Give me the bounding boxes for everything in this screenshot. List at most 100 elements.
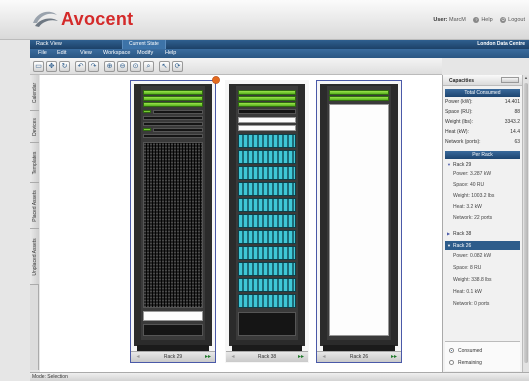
pan-icon[interactable]: ✥ [46,61,57,72]
rack-device[interactable] [238,102,296,107]
rack-device[interactable] [238,246,296,260]
rack-canvas[interactable]: ◂ Rack 29 ▸▸ ◂ Rack 38 ▸▸ ◂ Rack 26 ▸▸ [40,75,442,372]
redo-icon[interactable]: ↷ [88,61,99,72]
tab-devices[interactable]: Devices [30,111,39,143]
vertical-scrollbar[interactable]: ▲ [522,75,529,372]
window-titlebar: Rack View Current State London Data Cent… [30,40,529,49]
refresh-icon[interactable]: ↻ [59,61,70,72]
rack-detail: Network: 0 ports [453,301,490,307]
rack-device[interactable] [329,90,389,95]
rotate-icon[interactable]: ⟳ [172,61,183,72]
rack-frame [229,84,305,346]
legend-consumed-option[interactable]: Consumed [449,347,519,355]
rack-device[interactable] [238,198,296,212]
rack-device[interactable] [238,125,296,131]
per-rack-item-rack-26[interactable]: ▼ Rack 26 [445,241,520,250]
rack-detail: Space: 40 RU [453,182,485,188]
rack-device[interactable] [238,166,296,180]
tab-templates[interactable]: Templates [30,143,39,183]
scroll-up-icon[interactable]: ▲ [523,75,529,81]
logout-icon: ⏻ [500,17,507,23]
rack-device[interactable] [238,134,296,148]
rack-label-bar: ◂ Rack 38 ▸▸ [226,351,308,362]
rack-device[interactable] [143,122,203,126]
rack-device[interactable] [238,182,296,196]
rack-device[interactable] [238,109,296,114]
help-label: Help [481,17,493,23]
toolbar: ▭ ✥ ↻ ↶ ↷ ⊕ ⊖ ⊙ ⌕ ↖ ⟳ [30,58,442,75]
rack-device[interactable] [238,96,296,101]
legend-remaining-option[interactable]: Remaining [449,359,519,367]
rack-device[interactable] [238,294,296,308]
panel-controls-icon[interactable] [501,77,519,83]
rack-device[interactable] [153,110,203,114]
rack-29[interactable]: ◂ Rack 29 ▸▸ [130,80,216,363]
rack-device[interactable] [143,90,203,95]
rack-frame [320,84,398,346]
user-bar: User: MarcM ? Help ⏻ Logout [433,17,525,23]
rack-name: Rack 38 [257,354,277,360]
total-row-power: Power (kW): 14.401 [445,98,520,106]
rack-interior [141,86,205,340]
rack-38[interactable]: ◂ Rack 38 ▸▸ [225,80,309,363]
undo-icon[interactable]: ↶ [75,61,86,72]
help-link[interactable]: ? Help [473,17,493,23]
rack-device[interactable] [238,312,296,336]
rack-device[interactable] [143,128,151,131]
brand-name: Avocent [61,9,134,29]
tab-unplaced-assets[interactable]: Unplaced Assets [30,229,39,285]
rack-device[interactable] [238,90,296,95]
rack-detail: Space: 8 RU [453,265,482,271]
per-rack-item-rack-38[interactable]: ▶ Rack 38 [445,229,520,238]
menu-file[interactable]: File [38,50,47,56]
tab-calendar[interactable]: Calendar [30,75,39,111]
rack-device[interactable] [238,230,296,244]
menu-edit[interactable]: Edit [57,50,66,56]
pointer-icon[interactable]: ↖ [159,61,170,72]
rack-device[interactable] [143,102,203,107]
rack-26[interactable]: ◂ Rack 26 ▸▸ [316,80,402,363]
tab-calendar-label: Calendar [31,82,38,103]
rack-device[interactable] [238,150,296,164]
tab-placed-assets[interactable]: Placed Assets [30,183,39,229]
rack-device[interactable] [143,324,203,336]
alert-badge-icon[interactable] [212,76,220,84]
left-margin [0,40,30,381]
rack-next-icon[interactable]: ▸▸ [204,354,212,360]
rack-device[interactable] [238,214,296,228]
rack-frame [134,84,212,346]
menu-workspace[interactable]: Workspace [103,50,130,56]
rack-interior [236,86,298,340]
rack-device[interactable] [329,96,389,101]
rack-device[interactable] [143,142,203,308]
capacity-legend: Consumed Remaining [445,341,520,371]
rack-next-icon[interactable]: ▸▸ [390,354,398,360]
menu-modify[interactable]: Modify [137,50,153,56]
scroll-thumb[interactable] [524,83,528,363]
rack-device[interactable] [329,104,389,336]
rack-device[interactable] [238,117,296,123]
current-state-tab[interactable]: Current State [122,40,166,49]
rack-device[interactable] [153,128,203,132]
zoom-fit-icon[interactable]: ⊙ [130,61,141,72]
rack-device[interactable] [238,262,296,276]
rack-device[interactable] [143,116,203,120]
rack-next-icon[interactable]: ▸▸ [297,354,305,360]
zoom-in-icon[interactable]: ⊕ [104,61,115,72]
rack-device[interactable] [143,96,203,101]
rack-device[interactable] [238,278,296,292]
rack-detail: Heat: 0.1 kW [453,289,482,295]
zoom-area-icon[interactable]: ⌕ [143,61,154,72]
rack-device[interactable] [143,110,151,113]
per-rack-item-rack-29[interactable]: ▼ Rack 29 [445,160,520,169]
select-icon[interactable]: ▭ [33,61,44,72]
menu-view[interactable]: View [80,50,92,56]
rack-device[interactable] [143,311,203,321]
zoom-out-icon[interactable]: ⊖ [117,61,128,72]
rack-name: Rack 29 [163,354,183,360]
rack-device[interactable] [143,134,203,138]
rack-interior [327,86,391,340]
menu-help[interactable]: Help [165,50,176,56]
logout-link[interactable]: ⏻ Logout [500,17,525,23]
tab-templates-label: Templates [31,151,38,174]
